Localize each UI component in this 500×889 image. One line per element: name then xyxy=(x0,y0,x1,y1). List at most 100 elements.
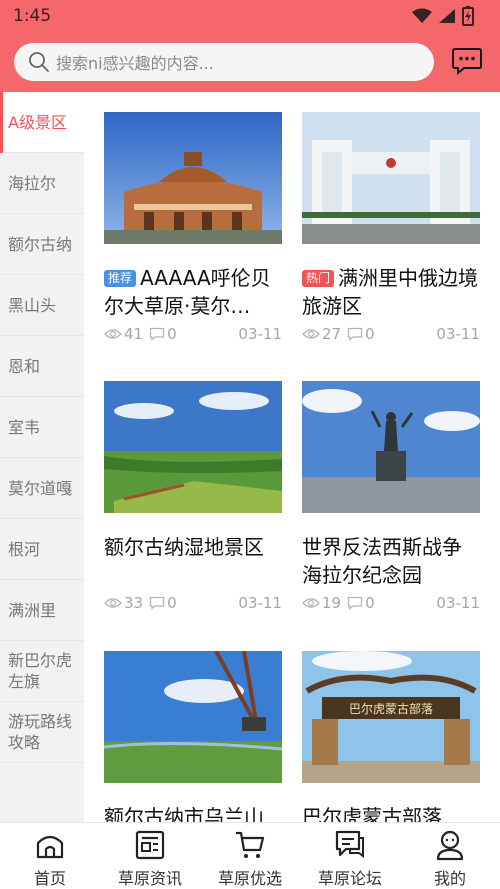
tab-label: 草原优选 xyxy=(217,869,282,888)
sidebar-item-label: 满洲里 xyxy=(8,600,57,620)
message-icon[interactable] xyxy=(452,47,482,75)
cart-icon xyxy=(236,831,265,858)
attraction-card[interactable]: 热门 满洲里中俄边境旅游区 27 0 03-11 xyxy=(302,112,480,344)
comment-count-text: 0 xyxy=(365,594,375,612)
comment-count-text: 0 xyxy=(167,325,177,343)
status-icons xyxy=(412,6,474,26)
attraction-card[interactable]: 推荐 AAAAA呼伦贝尔大草原·莫尔… 41 0 03-11 xyxy=(104,112,282,344)
sidebar-item-a-level[interactable]: A级景区 xyxy=(0,92,84,153)
card-title-text: 额尔古纳市乌兰山 xyxy=(104,805,264,822)
battery-icon xyxy=(462,6,474,26)
eye-icon xyxy=(302,598,320,608)
sidebar-item-label: 海拉尔 xyxy=(8,173,57,193)
sidebar-item-heishantou[interactable]: 黑山头 xyxy=(0,275,84,336)
card-title-text: 巴尔虎蒙古部落 xyxy=(302,805,442,822)
sidebar-item-label: 黑山头 xyxy=(8,295,57,315)
forum-icon xyxy=(335,830,364,858)
card-meta: 19 0 03-11 xyxy=(302,593,480,613)
attraction-card[interactable]: 世界反法西斯战争海拉尔纪念园 19 0 03-11 xyxy=(302,381,480,613)
card-title: 额尔古纳湿地景区 xyxy=(104,533,282,589)
sidebar-item-label: 室韦 xyxy=(8,417,41,437)
attraction-card[interactable]: 额尔古纳湿地景区 33 0 03-11 xyxy=(104,381,282,613)
sidebar-item-moerdaoga[interactable]: 莫尔道嘎 xyxy=(0,458,84,519)
attraction-list: 推荐 AAAAA呼伦贝尔大草原·莫尔… 41 0 03-11 热门 满洲里中俄边境旅… xyxy=(84,92,500,822)
comment-count: 0 xyxy=(149,325,177,343)
wetland-photo xyxy=(104,381,282,513)
card-title-text: 额尔古纳湿地景区 xyxy=(104,535,264,559)
sidebar-item-label: 额尔古纳 xyxy=(8,234,73,254)
view-count-text: 33 xyxy=(124,594,144,612)
card-title: 推荐 AAAAA呼伦贝尔大草原·莫尔… xyxy=(104,264,282,320)
sidebar-item-shiwei[interactable]: 室韦 xyxy=(0,397,84,458)
card-date: 03-11 xyxy=(436,594,480,612)
sidebar-item-ergun[interactable]: 额尔古纳 xyxy=(0,214,84,275)
tab-shop[interactable]: 草原优选 xyxy=(200,823,300,889)
sidebar-item-xinbaerhu[interactable]: 新巴尔虎左旗 xyxy=(0,641,84,702)
card-title: 世界反法西斯战争海拉尔纪念园 xyxy=(302,533,480,589)
memorial-statue-photo xyxy=(302,381,480,513)
search-placeholder: 搜索ni感兴趣的内容... xyxy=(56,54,214,73)
attraction-card[interactable]: 额尔古纳市乌兰山 xyxy=(104,651,282,822)
view-count: 41 xyxy=(104,325,143,343)
card-title-text: 世界反法西斯战争海拉尔纪念园 xyxy=(302,535,462,587)
tab-label: 草原论坛 xyxy=(317,869,382,888)
sidebar-item-enhe[interactable]: 恩和 xyxy=(0,336,84,397)
comment-count-text: 0 xyxy=(167,594,177,612)
comment-count-text: 0 xyxy=(365,325,375,343)
view-count: 19 xyxy=(302,594,341,612)
card-meta: 41 0 03-11 xyxy=(104,324,282,344)
mongol-tribe-gate-photo: 巴尔虎蒙古部落 xyxy=(302,651,480,783)
tab-profile[interactable]: 我的 xyxy=(400,823,500,889)
comment-count: 0 xyxy=(149,594,177,612)
card-meta: 27 0 03-11 xyxy=(302,324,480,344)
sidebar-item-hailar[interactable]: 海拉尔 xyxy=(0,153,84,214)
comment-icon xyxy=(149,327,165,341)
theater-building-photo xyxy=(104,112,282,244)
card-date: 03-11 xyxy=(238,594,282,612)
sidebar-item-label: 新巴尔虎左旗 xyxy=(8,651,73,691)
header-bar: 1:45 搜索ni感兴趣的内容... xyxy=(0,0,500,92)
sidebar-item-genhe[interactable]: 根河 xyxy=(0,519,84,580)
recommend-badge: 推荐 xyxy=(104,270,137,287)
swing-hill-photo xyxy=(104,651,282,783)
home-icon xyxy=(36,835,64,859)
comment-icon xyxy=(149,596,165,610)
tab-news[interactable]: 草原资讯 xyxy=(100,823,200,889)
sidebar-item-manzhouli[interactable]: 满洲里 xyxy=(0,580,84,641)
card-date: 03-11 xyxy=(436,325,480,343)
sidebar-item-routes[interactable]: 游玩路线攻略 xyxy=(0,702,84,763)
sidebar-item-label: A级景区 xyxy=(8,112,67,132)
card-date: 03-11 xyxy=(238,325,282,343)
comment-icon xyxy=(347,327,363,341)
tab-home[interactable]: 首页 xyxy=(0,823,100,889)
tab-label: 我的 xyxy=(433,869,466,888)
card-title: 热门 满洲里中俄边境旅游区 xyxy=(302,264,480,320)
status-time: 1:45 xyxy=(13,6,52,26)
category-sidebar: A级景区 海拉尔 额尔古纳 黑山头 恩和 室韦 莫尔道嘎 根河 满洲里 新巴尔虎… xyxy=(0,92,84,822)
card-title: 巴尔虎蒙古部落 xyxy=(302,803,480,822)
tab-forum[interactable]: 草原论坛 xyxy=(300,823,400,889)
attraction-card[interactable]: 巴尔虎蒙古部落 巴尔虎蒙古部落 xyxy=(302,651,480,822)
view-count-text: 27 xyxy=(322,325,342,343)
sidebar-item-label: 莫尔道嘎 xyxy=(8,478,73,498)
hot-badge: 热门 xyxy=(302,270,335,287)
sidebar-item-label: 游玩路线攻略 xyxy=(8,712,73,752)
view-count-text: 19 xyxy=(322,594,342,612)
tab-label: 草原资讯 xyxy=(117,869,182,888)
signal-icon xyxy=(439,9,455,23)
search-input[interactable]: 搜索ni感兴趣的内容... xyxy=(14,43,434,81)
eye-icon xyxy=(104,329,122,339)
sidebar-item-label: 根河 xyxy=(8,539,41,559)
bottom-tab-bar: 首页 草原资讯 草原优选 草原论坛 我的 xyxy=(0,822,500,889)
eye-icon xyxy=(104,598,122,608)
comment-icon xyxy=(347,596,363,610)
status-bar: 1:45 xyxy=(0,0,500,34)
comment-count: 0 xyxy=(347,325,375,343)
sidebar-item-label: 恩和 xyxy=(8,356,41,376)
view-count: 27 xyxy=(302,325,341,343)
view-count-text: 41 xyxy=(124,325,144,343)
eye-icon xyxy=(302,329,320,339)
view-count: 33 xyxy=(104,594,143,612)
comment-count: 0 xyxy=(347,594,375,612)
svg-text:巴尔虎蒙古部落: 巴尔虎蒙古部落 xyxy=(349,701,433,716)
